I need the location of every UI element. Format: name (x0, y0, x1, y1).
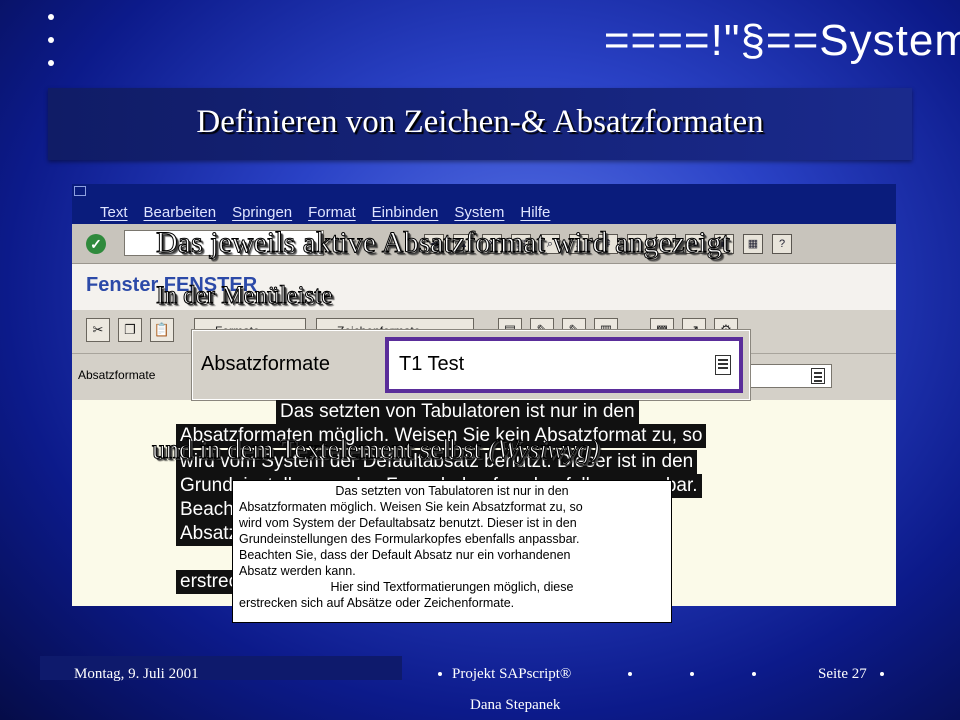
popup-line: Das setzten von Tabulatoren ist nur in d… (335, 484, 569, 498)
cut-icon[interactable]: ✂ (86, 318, 110, 342)
footer-dot (438, 672, 442, 676)
menu-springen[interactable]: Springen (232, 204, 292, 221)
zoom-text-line: Das setzten von Tabulatoren ist nur in d… (276, 400, 639, 424)
menu-einbinden[interactable]: Einbinden (372, 204, 439, 221)
zoom-label: Absatzformate (201, 353, 330, 375)
zoom-format-value: T1 Test (399, 353, 465, 375)
caption-wysiwyg: (Wysiwyg) (487, 434, 600, 465)
popup-line: erstrecken sich auf Absätze oder Zeichen… (239, 596, 515, 610)
menu-hilfe[interactable]: Hilfe (520, 204, 550, 221)
footer-project: Projekt SAPscript® (452, 666, 572, 682)
popup-line: Hier sind Textformatierungen möglich, di… (330, 580, 574, 594)
menu-text[interactable]: Text (100, 204, 128, 221)
decor-dots (48, 14, 54, 83)
logo-text: ====!"§==System (603, 16, 960, 65)
popup-line: Beachten Sie, dass der Default Absatz nu… (239, 548, 571, 562)
slide-title: Definieren von Zeichen-& Absatzformaten (196, 104, 764, 140)
paragraph-formats-label: Absatzformate (78, 368, 156, 382)
footer-date: Montag, 9. Juli 2001 (74, 666, 199, 682)
popup-line: Grundeinstellungen des Formularkopfes eb… (239, 532, 580, 546)
footer-page-number: Seite 27 (818, 666, 867, 682)
paragraph-format-zoom: Absatzformate T1 Test (192, 330, 750, 400)
zoom-format-field[interactable]: T1 Test (385, 337, 743, 393)
footer-dot (628, 672, 632, 676)
menu-system[interactable]: System (454, 204, 504, 221)
footer-author: Dana Stepanek (470, 697, 561, 713)
checkmark-icon[interactable]: ✓ (86, 234, 106, 254)
menu-format[interactable]: Format (308, 204, 356, 221)
help-icon[interactable]: ? (772, 234, 792, 254)
paste-icon[interactable]: 📋 (150, 318, 174, 342)
popup-line: wird vom System der Defaultabsatz benutz… (239, 516, 577, 530)
footer-dot (880, 672, 884, 676)
caption-in-element-text: und in dem Textelement selbst (151, 434, 482, 465)
sap-menubar: Text Bearbeiten Springen Format Einbinde… (72, 184, 896, 224)
menu-bearbeiten[interactable]: Bearbeiten (144, 204, 217, 221)
shortcut-icon[interactable]: ▦ (743, 234, 763, 254)
format-list-icon[interactable] (715, 355, 731, 375)
copy-icon[interactable]: ❐ (118, 318, 142, 342)
caption-in-element: und in dem Textelement selbst (Wysiwyg) (151, 434, 600, 465)
window-icon[interactable] (74, 186, 86, 196)
caption-active-format: Das jeweils aktive Absatzformat wird ang… (156, 226, 731, 260)
popup-line: Absatzformaten möglich. Weisen Sie kein … (239, 500, 583, 514)
popup-line: Absatz werden kann. (239, 564, 356, 578)
caption-menubar: In der Menüleiste (155, 282, 333, 310)
list-icon[interactable] (811, 368, 825, 384)
footer-dot (752, 672, 756, 676)
footer-dot (690, 672, 694, 676)
wysiwyg-text-box: Das setzten von Tabulatoren ist nur in d… (232, 480, 672, 623)
